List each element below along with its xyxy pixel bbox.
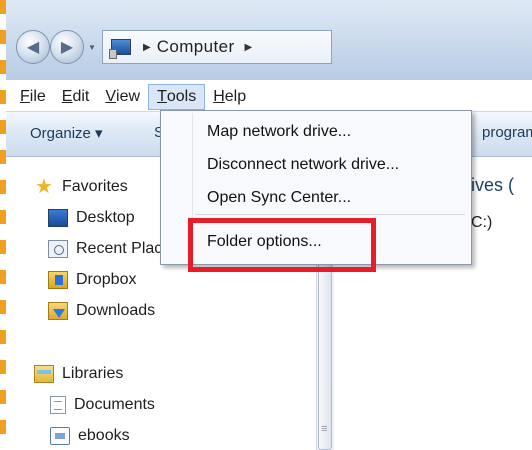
menu-help[interactable]: Help <box>205 84 254 110</box>
menu-bar: File Edit View Tools Help <box>6 83 532 112</box>
sidebar-item-label: Recent Plac <box>76 240 163 257</box>
star-icon: ★ <box>35 176 53 198</box>
menu-item-map-network-drive[interactable]: Map network drive... <box>207 123 351 141</box>
scroll-grip-icon: ≡ <box>321 423 328 435</box>
recent-places-icon <box>48 240 68 258</box>
menu-item-disconnect-network-drive[interactable]: Disconnect network drive... <box>207 156 399 174</box>
forward-button[interactable]: ▶ <box>50 30 84 64</box>
sidebar-item-desktop[interactable]: Desktop <box>48 206 135 230</box>
dropbox-icon <box>48 271 68 289</box>
drive-c-item[interactable]: C:) <box>471 214 492 232</box>
menu-edit-access-key: E <box>61 88 73 105</box>
sidebar-item-label: Desktop <box>76 209 135 226</box>
breadcrumb-separator-icon[interactable]: ▶ <box>143 42 151 53</box>
breadcrumb-location[interactable]: Computer <box>157 37 235 57</box>
libraries-icon <box>34 365 54 383</box>
organize-button[interactable]: Organize ▾ <box>30 124 103 142</box>
red-highlight-box <box>188 218 376 272</box>
menu-file-access-key: F <box>20 88 30 105</box>
address-bar[interactable]: ▶ Computer ▶ <box>102 30 332 64</box>
sidebar-item-documents[interactable]: Documents <box>50 393 155 417</box>
menu-edit-label: dit <box>72 88 90 105</box>
sidebar-item-label: ebooks <box>78 427 130 444</box>
sidebar-item-label: Dropbox <box>76 271 137 288</box>
documents-icon <box>50 396 66 414</box>
menu-view[interactable]: View <box>97 84 148 110</box>
breadcrumb-arrow-icon[interactable]: ▶ <box>245 42 253 53</box>
ebooks-icon <box>50 427 70 445</box>
downloads-icon <box>48 302 68 320</box>
recent-pages-dropdown-icon[interactable]: ▼ <box>88 43 96 52</box>
sidebar-item-label: Documents <box>74 396 155 413</box>
menu-help-access-key: H <box>213 88 225 105</box>
menu-tools-access-key: T <box>157 88 167 105</box>
menu-tools-label: ools <box>166 88 197 105</box>
window-titlebar: ◀ ▶ ▼ ▶ Computer ▶ <box>6 0 532 80</box>
menu-tools[interactable]: Tools <box>148 84 206 110</box>
forward-arrow-icon: ▶ <box>60 39 74 56</box>
sidebar-item-downloads[interactable]: Downloads <box>48 299 155 323</box>
drives-group-header: rives ( <box>465 175 514 195</box>
favorites-label: Favorites <box>62 178 128 195</box>
sidebar-item-ebooks[interactable]: ebooks <box>50 424 130 448</box>
desktop-icon <box>48 209 68 227</box>
sidebar-item-label: Downloads <box>76 302 156 319</box>
back-button[interactable]: ◀ <box>16 30 50 64</box>
libraries-label: Libraries <box>62 365 124 382</box>
menu-file-label: ile <box>29 88 46 105</box>
programs-button-fragment[interactable]: program <box>482 124 532 141</box>
menu-view-label: iew <box>116 88 141 105</box>
menu-separator <box>195 214 465 215</box>
menu-help-label: elp <box>224 88 247 105</box>
libraries-header[interactable]: Libraries <box>34 362 123 386</box>
menu-file[interactable]: File <box>14 84 54 110</box>
menu-edit[interactable]: Edit <box>54 84 98 110</box>
computer-icon <box>109 39 131 59</box>
back-arrow-icon: ◀ <box>26 39 40 56</box>
sidebar-item-dropbox[interactable]: Dropbox <box>48 268 136 292</box>
favorites-header[interactable]: ★ Favorites <box>34 175 128 199</box>
menu-item-open-sync-center[interactable]: Open Sync Center... <box>207 189 351 207</box>
menu-view-access-key: V <box>105 88 117 105</box>
sidebar-item-recent-places[interactable]: Recent Plac <box>48 237 162 261</box>
